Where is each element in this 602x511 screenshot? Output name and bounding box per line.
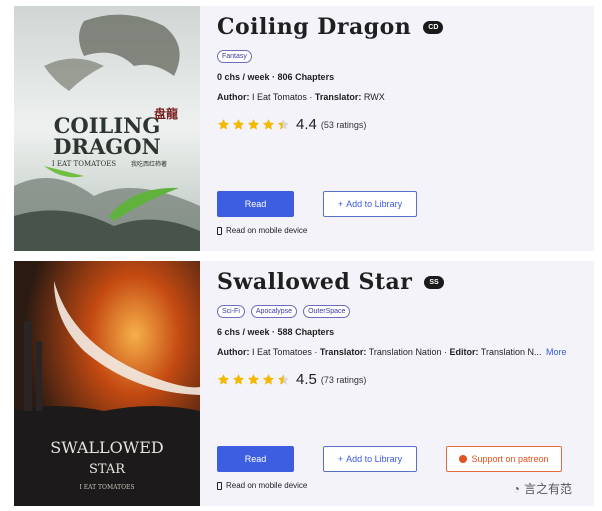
rating: 4.5 (73 ratings) xyxy=(217,371,366,388)
add-to-library-label: Add to Library xyxy=(346,199,403,209)
star-icon xyxy=(247,119,260,130)
novel-card-swallowed-star: SWALLOWED STAR I EAT TOMATOES Swallowed … xyxy=(14,261,594,506)
novel-title[interactable]: Coiling Dragon xyxy=(217,14,411,40)
rating-count: (53 ratings) xyxy=(320,119,367,130)
add-to-library-label: Add to Library xyxy=(346,454,403,464)
tag-fantasy[interactable]: Fantasy xyxy=(217,50,252,63)
chs-per-week: 0 chs / week xyxy=(217,72,270,82)
star-icon xyxy=(262,374,275,385)
chapter-stats: 6 chs / week · 588 Chapters xyxy=(217,327,335,337)
chapter-count: 588 Chapters xyxy=(277,327,335,337)
chapter-count: 806 Chapters xyxy=(277,72,335,82)
page: COILING DRAGON 盘龍 I EAT TOMATOES 我吃西红柿著 … xyxy=(0,0,602,511)
star-icon xyxy=(217,374,230,385)
rating-score: 4.5 xyxy=(296,371,317,388)
add-to-library-button[interactable]: + Add to Library xyxy=(323,446,417,472)
tag-list: Fantasy xyxy=(217,50,252,63)
cover-art: SWALLOWED STAR I EAT TOMATOES xyxy=(14,261,200,506)
chapter-stats: 0 chs / week · 806 Chapters xyxy=(217,72,335,82)
read-button[interactable]: Read xyxy=(217,191,294,217)
novel-card-coiling-dragon: COILING DRAGON 盘龍 I EAT TOMATOES 我吃西红柿著 … xyxy=(14,6,594,251)
editor-name: Translation N... xyxy=(480,347,542,357)
star-icon xyxy=(262,119,275,130)
translator-name: Translation Nation xyxy=(368,347,442,357)
credits: Author: I Eat Tomatos · Translator: RWX xyxy=(217,92,385,102)
cover-art: COILING DRAGON 盘龍 I EAT TOMATOES 我吃西红柿著 xyxy=(14,6,200,251)
star-icon xyxy=(277,374,290,385)
cover-subtitle-cjk: 我吃西红柿著 xyxy=(131,160,167,168)
wechat-icon: ◔ xyxy=(512,481,520,496)
star-icon xyxy=(247,374,260,385)
plus-icon: + xyxy=(337,199,344,209)
rating-count: (73 ratings) xyxy=(320,374,367,385)
novel-title[interactable]: Swallowed Star xyxy=(217,269,412,295)
add-to-library-button[interactable]: + Add to Library xyxy=(323,191,417,217)
read-on-mobile-link[interactable]: Read on mobile device xyxy=(217,226,307,235)
watermark: ◔ 言之有范 xyxy=(513,480,572,497)
star-rating xyxy=(217,373,292,386)
star-icon xyxy=(217,119,230,130)
cover-subtitle: I EAT TOMATOES xyxy=(52,160,116,168)
cover-title-line2: DRAGON xyxy=(53,134,160,159)
read-on-mobile-label: Read on mobile device xyxy=(226,481,308,490)
novel-abbr-badge: CD xyxy=(423,20,444,34)
star-icon xyxy=(277,119,290,130)
read-on-mobile-link[interactable]: Read on mobile device xyxy=(217,481,307,490)
star-icon xyxy=(232,374,245,385)
author-name: I Eat Tomatos xyxy=(252,92,307,102)
tag-sci-fi[interactable]: Sci-Fi xyxy=(217,305,245,318)
cover-title-cjk: 盘龍 xyxy=(154,106,178,121)
cover-title-line1: SWALLOWED xyxy=(50,438,163,457)
more-link[interactable]: More xyxy=(546,347,567,357)
star-rating xyxy=(217,118,292,131)
plus-icon: + xyxy=(337,454,344,464)
author-label: Author: xyxy=(217,92,250,102)
cover-swallowed-star[interactable]: SWALLOWED STAR I EAT TOMATOES xyxy=(14,261,200,506)
star-icon xyxy=(232,119,245,130)
credits: Author: I Eat Tomatoes · Translator: Tra… xyxy=(217,347,567,357)
rating: 4.4 (53 ratings) xyxy=(217,116,366,133)
title-row: Coiling Dragon CD xyxy=(217,14,444,40)
chs-per-week: 6 chs / week xyxy=(217,327,270,337)
editor-label: Editor: xyxy=(449,347,479,357)
translator-name: RWX xyxy=(363,92,385,102)
tag-apocalypse[interactable]: Apocalypse xyxy=(250,305,298,318)
support-on-patreon-button[interactable]: Support on patreon xyxy=(446,446,562,472)
tag-list: Sci-Fi Apocalypse OuterSpace xyxy=(217,305,351,318)
phone-icon xyxy=(217,481,222,490)
title-row: Swallowed Star SS xyxy=(217,269,444,295)
author-name: I Eat Tomatoes xyxy=(252,347,312,357)
rating-score: 4.4 xyxy=(296,116,317,133)
patreon-icon xyxy=(459,455,468,463)
novel-info: Coiling Dragon CD Fantasy 0 chs / week ·… xyxy=(217,6,594,251)
patreon-label: Support on patreon xyxy=(471,454,549,464)
cover-coiling-dragon[interactable]: COILING DRAGON 盘龍 I EAT TOMATOES 我吃西红柿著 xyxy=(14,6,200,251)
translator-label: Translator: xyxy=(314,92,362,102)
cover-title-line2: STAR xyxy=(89,462,126,477)
cover-subtitle: I EAT TOMATOES xyxy=(79,484,134,491)
phone-icon xyxy=(217,226,222,235)
author-label: Author: xyxy=(217,347,250,357)
novel-abbr-badge: SS xyxy=(424,275,444,289)
novel-info: Swallowed Star SS Sci-Fi Apocalypse Oute… xyxy=(217,261,594,506)
watermark-text: 言之有范 xyxy=(523,482,572,496)
tag-outerspace[interactable]: OuterSpace xyxy=(303,305,351,318)
read-button[interactable]: Read xyxy=(217,446,294,472)
read-on-mobile-label: Read on mobile device xyxy=(226,226,308,235)
translator-label: Translator: xyxy=(319,347,367,357)
